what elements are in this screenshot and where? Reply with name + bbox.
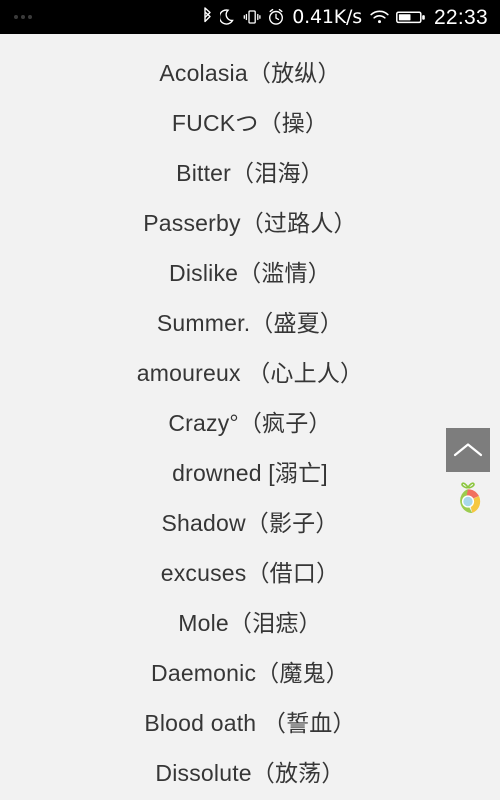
battery-icon [395,7,426,27]
status-bar: 0.41K/s 22:33 [0,0,500,34]
list-item[interactable]: Archive（封存） [0,796,500,800]
phone-screen: 0.41K/s 22:33 Acolasia（放纵） FUCKつ（操） Bitt… [0,0,500,800]
list-item[interactable]: Dissolute（放荡） [0,746,500,796]
notification-dot-icon [28,15,32,19]
network-speed-label: 0.41K/s [292,5,362,28]
vibrate-icon [243,7,261,27]
list-item[interactable]: Summer.（盛夏） [0,296,500,346]
notification-dot-icon [21,15,25,19]
list-item[interactable]: amoureux （心上人） [0,346,500,396]
nickname-list[interactable]: Acolasia（放纵） FUCKつ（操） Bitter（泪海） Passerb… [0,34,500,800]
list-item[interactable]: FUCKつ（操） [0,96,500,146]
status-bar-right-icons: 0.41K/s 22:33 [201,7,488,28]
list-item[interactable]: Passerby（过路人） [0,196,500,246]
browser-shortcut-button[interactable] [447,478,489,520]
do-not-disturb-moon-icon [220,7,237,27]
list-item[interactable]: Acolasia（放纵） [0,46,500,96]
chevron-up-icon [452,440,484,460]
list-item[interactable]: Mole（泪痣） [0,596,500,646]
list-item[interactable]: Dislike（滥情） [0,246,500,296]
alarm-clock-icon [267,7,285,27]
floating-controls [442,428,494,520]
wifi-icon [369,7,390,27]
list-item[interactable]: Bitter（泪海） [0,146,500,196]
list-item[interactable]: Crazy°（疯子） [0,396,500,446]
notification-dot-icon [14,15,18,19]
list-item[interactable]: Shadow（影子） [0,496,500,546]
status-bar-left-notifications [14,15,32,19]
list-item[interactable]: Blood oath （誓血） [0,696,500,746]
bluetooth-icon [201,7,214,27]
list-item[interactable]: drowned [溺亡] [0,446,500,496]
list-item[interactable]: excuses（借口） [0,546,500,596]
peach-browser-icon [448,478,488,520]
status-bar-clock: 22:33 [433,5,488,29]
list-item[interactable]: Daemonic（魔鬼） [0,646,500,696]
scroll-to-top-button[interactable] [446,428,490,472]
